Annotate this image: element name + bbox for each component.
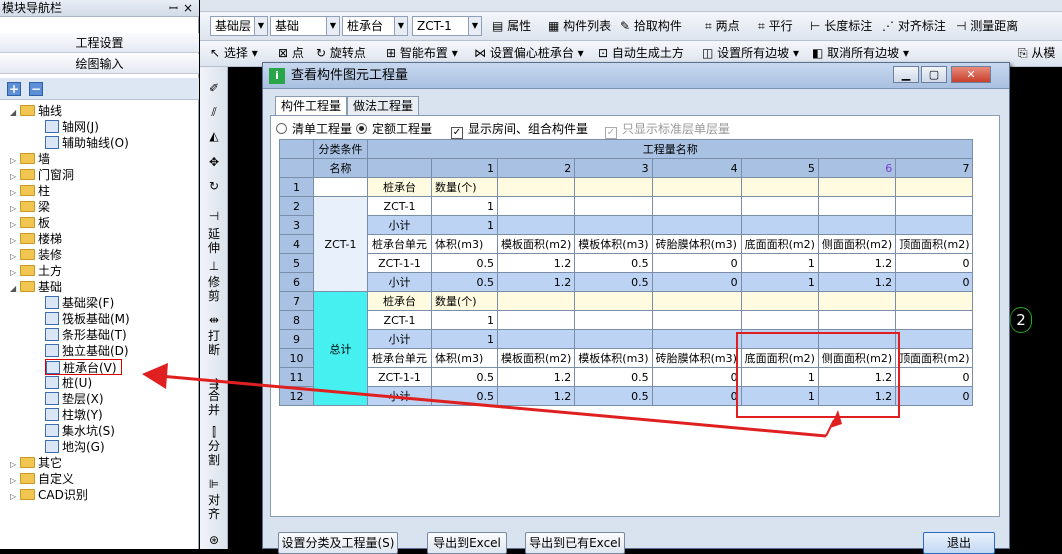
annotation-tick-head [830,410,842,428]
annotation-arrows [142,363,842,438]
annotation-arrow-line [159,374,827,438]
annotation-arrowhead [142,363,168,389]
